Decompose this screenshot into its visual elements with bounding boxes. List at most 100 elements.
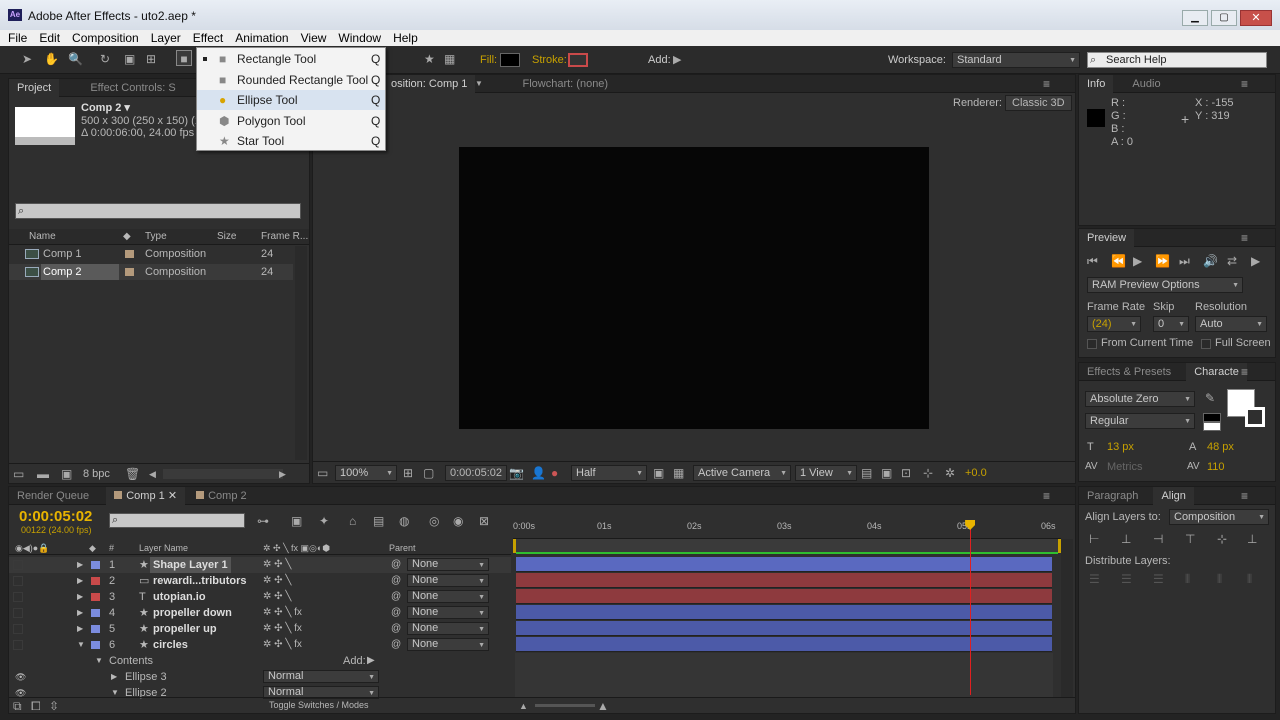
sublayer-ellipse3[interactable]: 👁 ▶ Ellipse 3 Normal xyxy=(9,669,511,685)
align-to-select[interactable]: Composition xyxy=(1169,509,1269,525)
col-size[interactable]: Size xyxy=(217,229,236,245)
layer-switches-icon[interactable]: ✲ ✣ ╲ fx xyxy=(263,637,302,653)
full-screen-checkbox[interactable] xyxy=(1201,339,1211,349)
distribute-top-icon[interactable]: ☰ xyxy=(1089,571,1100,587)
timeline-icon[interactable]: ⊡ xyxy=(901,465,911,481)
trash-icon[interactable]: 🗑 xyxy=(125,466,140,482)
add-menu-icon[interactable]: ▶ xyxy=(367,653,375,669)
pick-whip-icon[interactable]: @ xyxy=(391,589,401,605)
toggle-switches-modes-button[interactable]: Toggle Switches / Modes xyxy=(269,700,369,710)
align-bottom-icon[interactable]: ⊥ xyxy=(1247,531,1257,547)
menu-item-ellipse[interactable]: ● Ellipse Tool Q xyxy=(197,90,385,110)
parent-select[interactable]: None xyxy=(407,574,489,587)
safe-margins-icon[interactable]: ⊞ xyxy=(403,465,413,481)
expand-modes-icon[interactable]: ⧠ xyxy=(31,698,41,714)
layer-duration-bar[interactable] xyxy=(516,637,1052,652)
shape-tool-icon[interactable]: ■ xyxy=(176,50,192,66)
scroll-right-icon[interactable]: ▶ xyxy=(279,466,286,482)
audio-icon[interactable]: 🔊 xyxy=(1203,253,1218,269)
menu-help[interactable]: Help xyxy=(387,30,424,46)
distribute-left-icon[interactable]: ⫴ xyxy=(1185,571,1190,587)
label-color-swatch[interactable] xyxy=(91,625,100,633)
font-family-select[interactable]: Absolute Zero xyxy=(1085,391,1195,407)
mask-visibility-icon[interactable]: ▢ xyxy=(423,465,434,481)
menu-item-polygon[interactable]: ⬢ Polygon Tool Q xyxy=(197,111,385,131)
timeline-toggle-icon[interactable]: ⊠ xyxy=(479,513,489,529)
twirl-right-icon[interactable]: ▶ xyxy=(77,621,83,637)
ram-preview-options-select[interactable]: RAM Preview Options xyxy=(1087,277,1243,293)
show-snapshot-icon[interactable]: 👤 xyxy=(531,465,546,481)
label-color-swatch[interactable] xyxy=(91,561,100,569)
layer-row[interactable]: ▶ 4 ★ propeller down ✲ ✣ ╲ fx @ None xyxy=(9,605,511,621)
stroke-color-swatch[interactable] xyxy=(1245,407,1265,427)
layer-name[interactable]: propeller up xyxy=(153,621,217,637)
menu-edit[interactable]: Edit xyxy=(33,30,66,46)
layer-switches-icon[interactable]: ✲ ✣ ╲ xyxy=(263,589,291,605)
twirl-right-icon[interactable]: ▶ xyxy=(77,573,83,589)
panel-menu-icon[interactable]: ≡ xyxy=(1241,230,1248,246)
layer-switches-icon[interactable]: ✲ ✣ ╲ fx xyxy=(263,605,302,621)
fill-swatch[interactable] xyxy=(500,53,520,67)
eye-icon[interactable]: 👁 xyxy=(15,669,26,685)
mask-tool-icon[interactable]: ▦ xyxy=(444,51,455,67)
menu-composition[interactable]: Composition xyxy=(66,30,145,46)
menu-window[interactable]: Window xyxy=(332,30,387,46)
label-color-swatch[interactable] xyxy=(91,609,100,617)
parent-select[interactable]: None xyxy=(407,638,489,651)
flowchart-icon[interactable]: ⊹ xyxy=(923,465,933,481)
time-ruler[interactable]: 0:00s 01s 02s 03s 04s 05s 06s xyxy=(513,517,1061,539)
brainstorm-icon[interactable]: ◉ xyxy=(453,513,463,529)
camera-tool-icon[interactable]: ▣ xyxy=(124,51,135,67)
pick-whip-icon[interactable]: @ xyxy=(391,573,401,589)
tab-flowchart[interactable]: Flowchart: (none) xyxy=(515,75,617,93)
parent-select[interactable]: None xyxy=(407,590,489,603)
play-icon[interactable]: ▶ xyxy=(1133,253,1142,269)
pick-whip-icon[interactable]: @ xyxy=(391,621,401,637)
tab-effects-presets[interactable]: Effects & Presets xyxy=(1079,363,1179,381)
twirl-right-icon[interactable]: ▶ xyxy=(77,557,83,573)
tab-align[interactable]: Align xyxy=(1153,487,1194,505)
twirl-right-icon[interactable]: ▶ xyxy=(111,669,117,685)
new-composition-icon[interactable]: ▣ xyxy=(61,466,72,482)
stroke-swatch[interactable] xyxy=(568,53,588,67)
live-update-icon[interactable]: ▣ xyxy=(291,513,302,529)
close-button[interactable]: ✕ xyxy=(1240,10,1272,26)
reset-exposure-icon[interactable]: ✲ xyxy=(945,465,955,481)
panel-menu-icon[interactable]: ≡ xyxy=(1241,76,1248,92)
resolution-select[interactable]: Half xyxy=(571,465,647,481)
selection-tool-icon[interactable]: ➤ xyxy=(22,51,32,67)
viewer-dropdown-icon[interactable]: ▼ xyxy=(475,76,483,92)
view-layout-select[interactable]: 1 View xyxy=(795,465,857,481)
pick-whip-icon[interactable]: @ xyxy=(391,637,401,653)
project-hscroll[interactable] xyxy=(163,469,283,479)
tab-preview[interactable]: Preview xyxy=(1079,229,1135,247)
transparency-grid-icon[interactable]: ▦ xyxy=(673,465,684,481)
text-color-white[interactable] xyxy=(1203,422,1221,431)
col-type[interactable]: Type xyxy=(145,229,167,245)
search-help-input[interactable]: Search Help xyxy=(1087,52,1267,68)
playhead[interactable] xyxy=(970,523,972,695)
fast-previews-icon[interactable]: ▣ xyxy=(881,465,892,481)
timeline-timecode[interactable]: 0:00:05:02 xyxy=(19,508,92,525)
layer-row[interactable]: ▶ 2 ▭ rewardi...tributors ✲ ✣ ╲ @ None xyxy=(9,573,511,589)
menu-effect[interactable]: Effect xyxy=(187,30,229,46)
menu-item-star[interactable]: ★ Star Tool Q xyxy=(197,131,385,151)
parent-select[interactable]: None xyxy=(407,606,489,619)
pick-whip-icon[interactable]: @ xyxy=(391,605,401,621)
menu-animation[interactable]: Animation xyxy=(229,30,294,46)
frame-blending-icon[interactable]: ▤ xyxy=(373,513,384,529)
contents-row[interactable]: ▼ Contents Add: ▶ xyxy=(9,653,511,669)
shy-layers-icon[interactable]: ⌂ xyxy=(349,513,356,529)
text-color-black[interactable] xyxy=(1203,413,1221,422)
layer-switches-icon[interactable]: ✲ ✣ ╲ fx xyxy=(263,621,302,637)
minimize-button[interactable]: ▁ xyxy=(1182,10,1208,26)
layer-name[interactable]: propeller down xyxy=(153,605,232,621)
tab-render-queue[interactable]: Render Queue xyxy=(9,487,97,505)
distribute-right-icon[interactable]: ⫴ xyxy=(1247,571,1252,587)
twirl-right-icon[interactable]: ▶ xyxy=(77,589,83,605)
align-hcenter-icon[interactable]: ⊥ xyxy=(1121,531,1131,547)
layer-duration-bar[interactable] xyxy=(516,589,1052,604)
toggle-pixel-aspect-icon[interactable]: ▤ xyxy=(861,465,872,481)
col-name[interactable]: Name xyxy=(29,229,56,245)
align-left-icon[interactable]: ⊢ xyxy=(1089,531,1099,547)
